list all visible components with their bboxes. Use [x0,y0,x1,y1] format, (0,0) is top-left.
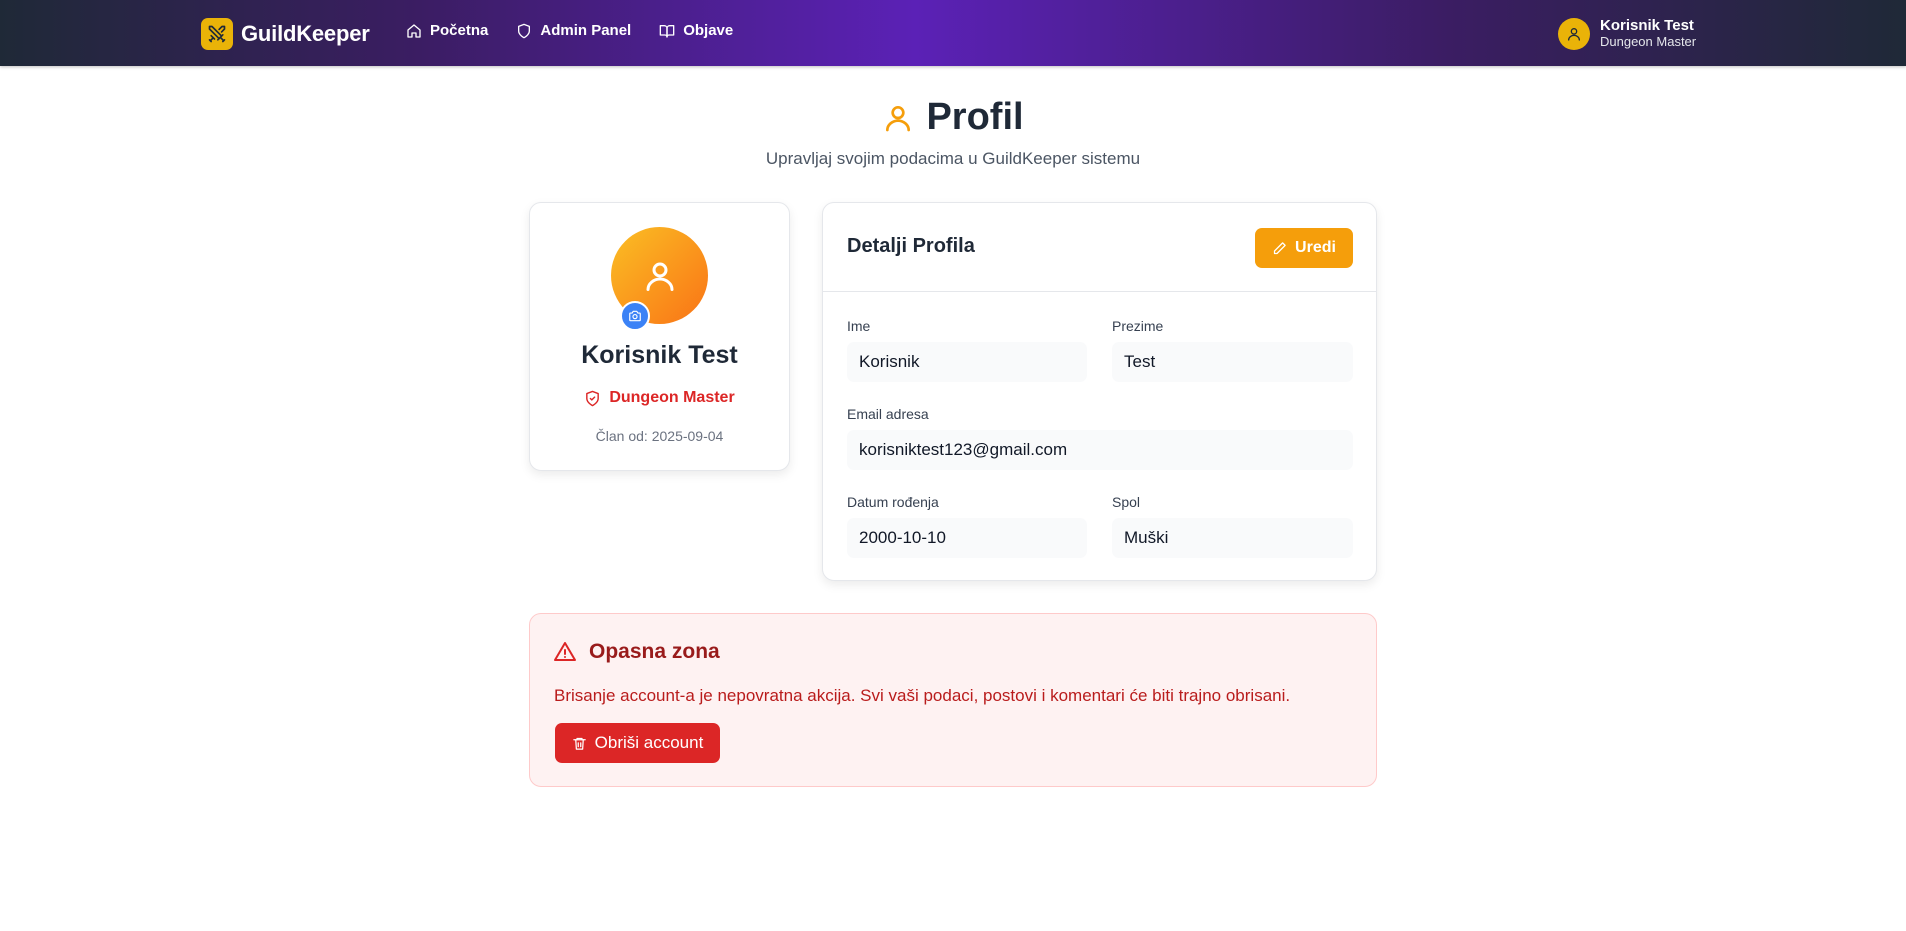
user-name: Korisnik Test [1600,17,1694,34]
gender-field: Spol Muški [1112,494,1353,558]
email-value: korisniktest123@gmail.com [847,430,1353,470]
profile-details-card: Detalji Profila Uredi Ime Korisnik Prezi… [822,202,1377,581]
birth-date-label: Datum rođenja [847,494,939,510]
page-title: Profil [926,96,1024,138]
last-name-field: Prezime Test [1112,318,1353,382]
danger-zone-title-text: Opasna zona [589,640,720,663]
user-icon [1558,17,1590,50]
brand-name: GuildKeeper [241,21,370,46]
role-badge: Dungeon Master [530,389,789,407]
shield-check-icon [586,390,600,406]
book-icon [659,24,675,38]
nav-link-admin-panel[interactable]: Admin Panel [516,22,631,39]
delete-account-label: Obriši account [594,733,704,752]
page-header: Profil Upravljaj svojim podacima u Guild… [0,96,1906,169]
member-since: Član od: 2025-09-04 [595,428,724,444]
gender-value: Muški [1112,518,1353,558]
last-name-value: Test [1112,342,1353,382]
details-title: Detalji Profila [847,235,975,257]
change-photo-button[interactable] [620,301,650,331]
user-menu[interactable]: Korisnik Test Dungeon Master [1558,17,1696,50]
gender-label: Spol [1112,494,1141,510]
danger-zone: Opasna zona Brisanje account-a je nepovr… [529,613,1377,787]
birth-date-field: Datum rođenja 2000-10-10 [847,494,1087,558]
main-nav: Početna Admin Panel Objave [406,22,733,39]
user-icon [886,105,911,131]
birth-date-value: 2000-10-10 [847,518,1087,558]
first-name-value: Korisnik [847,342,1087,382]
danger-zone-title: Opasna zona [553,640,720,664]
nav-link-home[interactable]: Početna [406,22,488,39]
navbar: GuildKeeper Početna Admin Panel Objave K… [0,0,1906,66]
user-icon [646,262,673,291]
shield-icon [518,23,531,38]
first-name-field: Ime Korisnik [847,318,1087,382]
role-label: Dungeon Master [609,389,735,406]
nav-link-label: Admin Panel [540,22,632,39]
brand-link[interactable]: GuildKeeper [201,18,370,50]
email-label: Email adresa [847,406,929,422]
warning-icon [554,642,576,661]
profile-name: Korisnik Test [581,341,738,369]
edit-button[interactable]: Uredi [1255,228,1353,268]
nav-link-label: Objave [683,22,734,39]
trash-icon [572,737,586,750]
home-icon [407,23,421,38]
user-role: Dungeon Master [1600,34,1697,49]
email-field: Email adresa korisniktest123@gmail.com [847,406,1353,470]
first-name-label: Ime [847,318,871,334]
pencil-icon [1273,241,1286,254]
nav-link-label: Početna [430,22,489,39]
last-name-label: Prezime [1112,318,1164,334]
edit-button-label: Uredi [1295,239,1336,256]
page-subtitle: Upravljaj svojim podacima u GuildKeeper … [765,149,1141,168]
danger-zone-text: Brisanje account-a je nepovratna akcija.… [554,686,1291,705]
profile-card: Korisnik Test Dungeon Master Član od: 20… [529,202,790,471]
nav-link-posts[interactable]: Objave [659,22,733,39]
crossed-swords-icon [201,18,233,50]
delete-account-button[interactable]: Obriši account [555,723,720,763]
details-header: Detalji Profila Uredi [823,203,1376,292]
camera-icon [629,310,641,322]
